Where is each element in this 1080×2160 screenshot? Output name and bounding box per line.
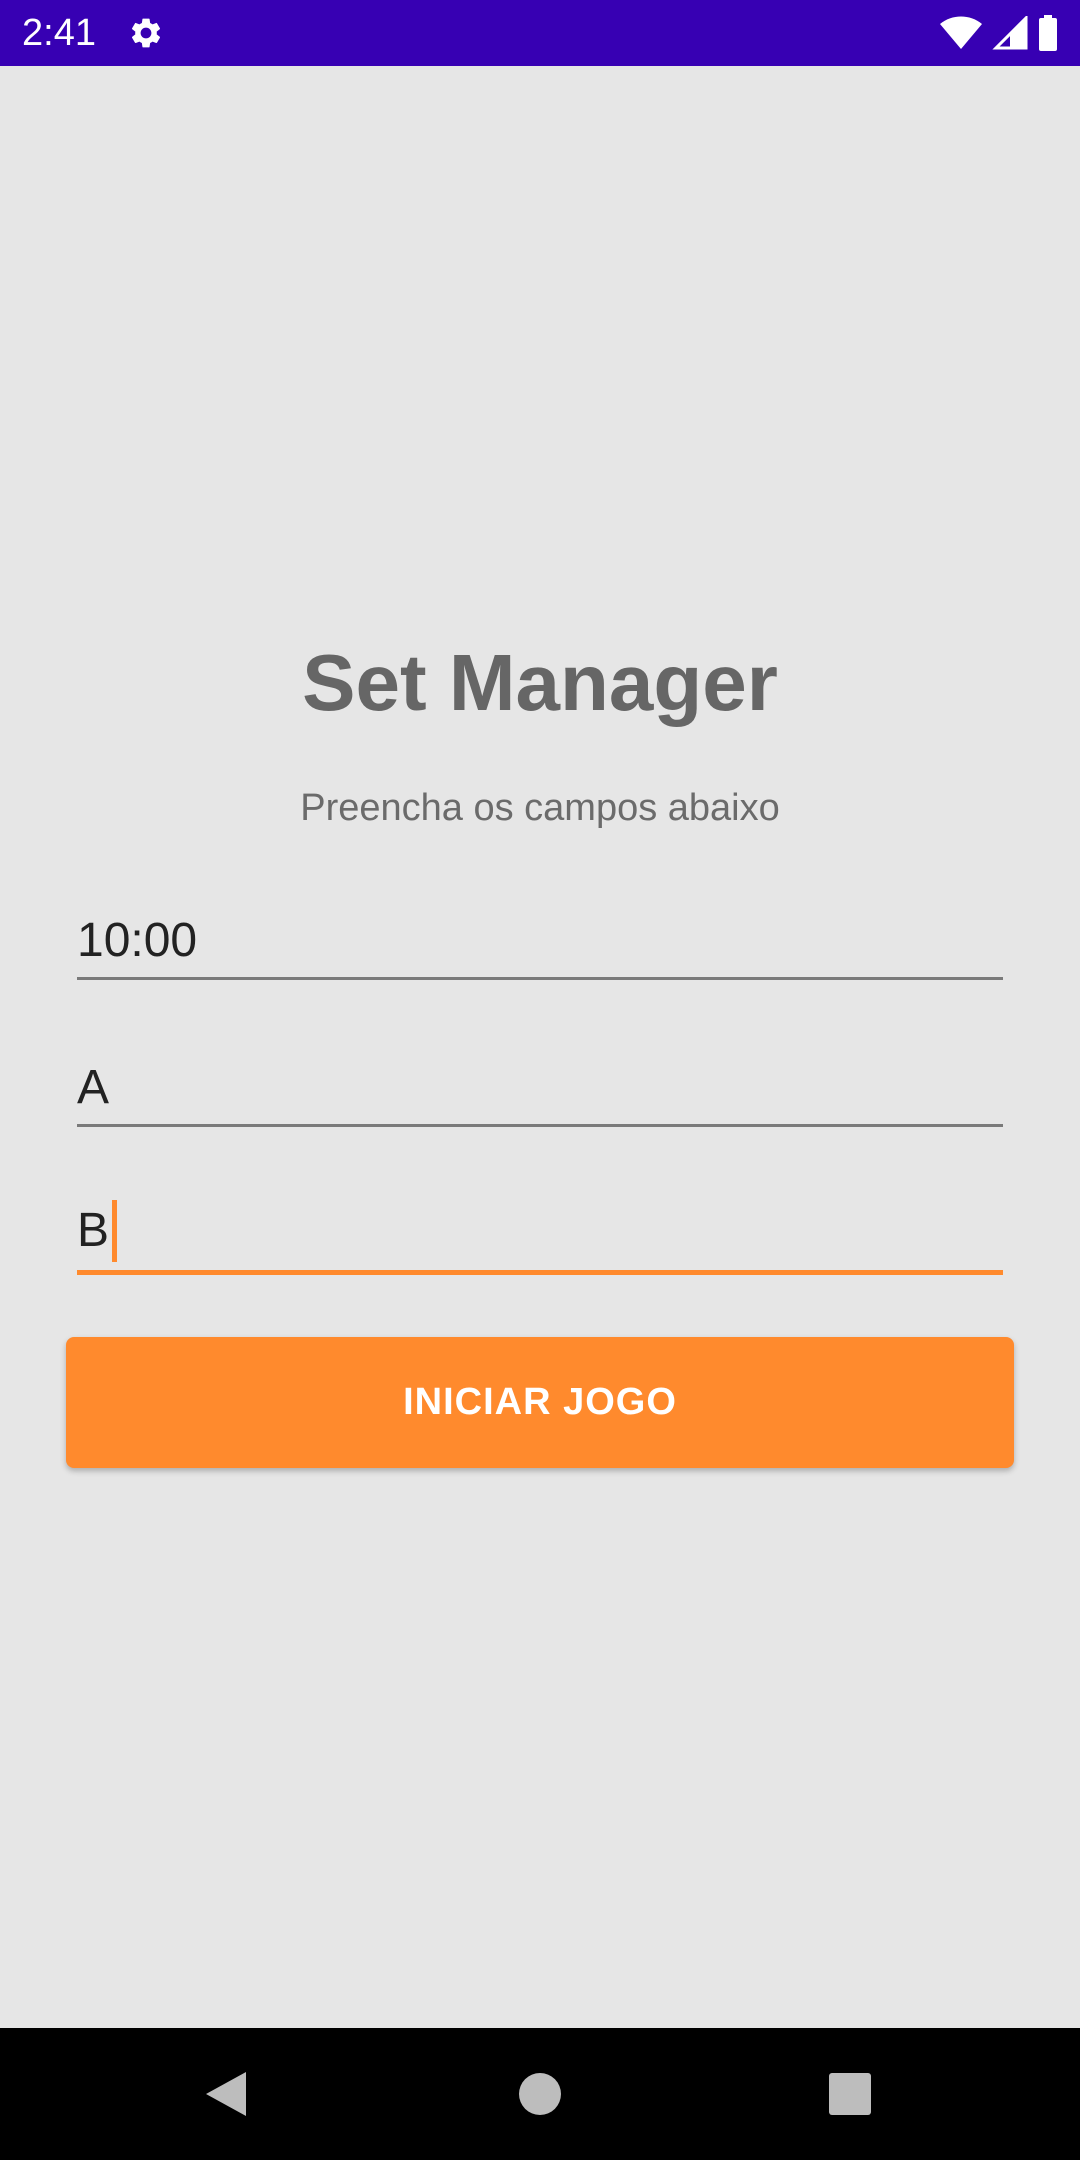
time-field[interactable]: 10:00: [77, 911, 1003, 980]
page-subtitle: Preencha os campos abaixo: [300, 787, 780, 829]
team-a-field[interactable]: A: [77, 1058, 1003, 1127]
status-bar: 2:41: [0, 0, 1080, 66]
wifi-icon: [940, 16, 982, 49]
page-title: Set Manager: [302, 638, 778, 727]
recents-icon[interactable]: [829, 2073, 871, 2115]
home-icon[interactable]: [519, 2073, 561, 2115]
time-field-value[interactable]: 10:00: [77, 913, 197, 969]
team-b-field[interactable]: B: [77, 1200, 1003, 1275]
start-game-button[interactable]: INICIAR JOGO: [66, 1337, 1014, 1468]
text-cursor: [112, 1200, 118, 1262]
team-b-field-value: B: [77, 1204, 110, 1257]
back-icon[interactable]: [204, 2070, 248, 2118]
navigation-bar: [0, 2028, 1080, 2160]
status-time: 2:41: [22, 12, 96, 54]
status-icons: [940, 14, 1058, 52]
gear-icon: [131, 18, 161, 48]
team-b-field-input[interactable]: B: [77, 1200, 118, 1262]
signal-icon: [992, 16, 1028, 50]
team-a-field-value[interactable]: A: [77, 1060, 109, 1116]
battery-icon: [1039, 15, 1057, 51]
